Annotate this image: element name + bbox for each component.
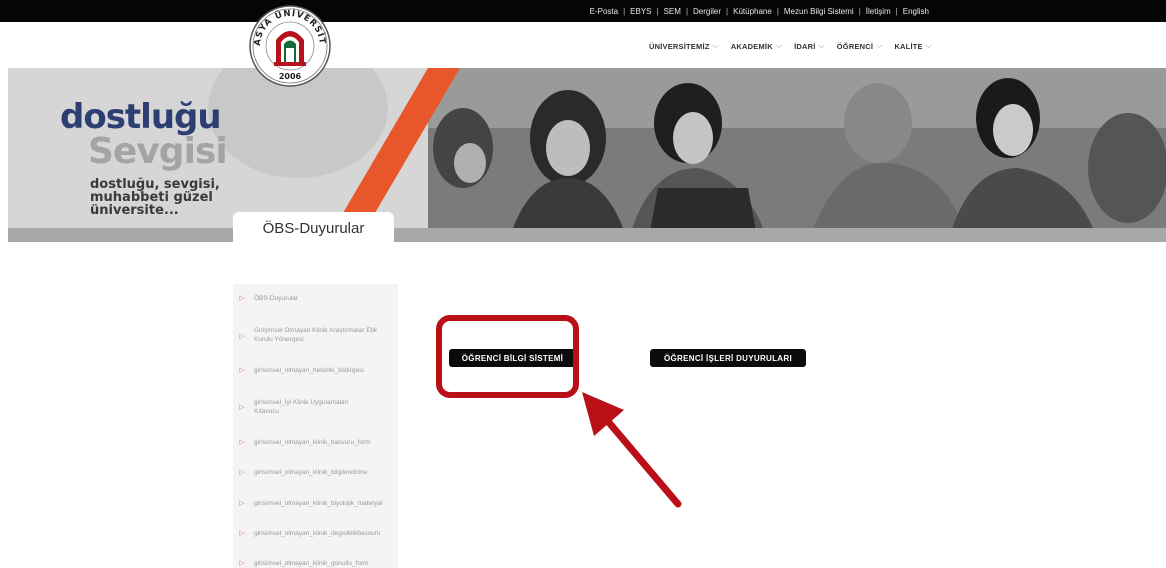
chevron-down-icon: ⌵	[818, 41, 825, 50]
nav-label: İDARİ	[794, 41, 816, 51]
banner-slogan-line1: dostluğu	[60, 97, 222, 137]
sidebar-item-label: girisimsel_olmayan_helsinki_bildirgesi	[254, 367, 364, 374]
sidebar-item-label: Girişimsel Olmayan Klinik Araştırmalar E…	[254, 327, 378, 343]
separator: |	[623, 6, 626, 16]
arrow-right-icon: ▷	[239, 438, 245, 446]
sidebar-item-helsinki-bildirgesi[interactable]: ▷ girisimsel_olmayan_helsinki_bildirgesi	[233, 366, 398, 375]
topbar-link-sem[interactable]: SEM	[664, 7, 681, 16]
arrow-right-icon: ▷	[239, 366, 245, 374]
university-logo[interactable]: AMASYA ÜNİVERSİTESİ 2006	[239, 0, 336, 88]
sidebar-item-label: girisimsel_olmayan_klinik_biyolojik_mate…	[254, 500, 383, 507]
ogrenci-isleri-duyurulari-button[interactable]: ÖĞRENCİ İŞLERİ DUYURULARI	[650, 349, 806, 367]
nav-label: ÜNİVERSİTEMİZ	[649, 41, 710, 51]
arrow-right-icon: ▷	[239, 332, 245, 340]
sidebar-item-obs-duyurular[interactable]: ▷ ÖBS-Duyurular	[233, 294, 398, 303]
topbar-link-dergiler[interactable]: Dergiler	[693, 7, 721, 16]
top-utility-links: E-Posta | EBYS | SEM | Dergiler | Kütüphane |…	[590, 0, 929, 22]
topbar-link-kutuphane[interactable]: Kütüphane	[733, 7, 772, 16]
nav-item-idari[interactable]: İDARİ ⌵	[794, 41, 825, 51]
button-label: ÖĞRENCİ BİLGİ SİSTEMİ	[461, 353, 564, 363]
nav-item-kalite[interactable]: KALİTE ⌵	[894, 41, 932, 51]
logo-year: 2006	[279, 72, 302, 81]
nav-item-akademik[interactable]: AKADEMİK ⌵	[731, 41, 782, 51]
nav-item-ogrenci[interactable]: ÖĞRENCİ ⌵	[837, 41, 883, 51]
arrow-right-icon: ▷	[239, 468, 245, 476]
sidebar-item-klinik-basvuru-form[interactable]: ▷ girisimsel_olmayan_klinik_basvuru_form	[233, 438, 398, 447]
banner-slogan-line2: Sevgisi	[88, 131, 228, 172]
ogrenci-bilgi-sistemi-button[interactable]: ÖĞRENCİ BİLGİ SİSTEMİ	[449, 349, 576, 367]
arrow-right-icon: ▷	[239, 529, 245, 537]
sidebar-item-iyi-klinik-uygulamalari[interactable]: ▷ girisimsel_İyi Klinik Uygulamaları Kıl…	[233, 398, 398, 416]
button-label: ÖĞRENCİ İŞLERİ DUYURULARI	[664, 353, 792, 363]
sidebar-item-label: girisimsel_olmayan_klinik_basvuru_form	[254, 439, 371, 446]
sidebar-menu: ▷ ÖBS-Duyurular ▷ Girişimsel Olmayan Kli…	[233, 284, 398, 568]
annotation-arrow-icon	[582, 392, 682, 508]
topbar-link-iletisim[interactable]: İletişim	[866, 7, 891, 16]
nav-item-universitemiz[interactable]: ÜNİVERSİTEMİZ ⌵	[649, 41, 719, 51]
separator: |	[858, 6, 861, 16]
sidebar-item-klinik-degisiklik-basvuru[interactable]: ▷ girisimsel_olmayan_klinik_degisiklikba…	[233, 529, 398, 538]
nav-label: KALİTE	[894, 41, 923, 51]
page-title-tab: ÖBS-Duyurular	[233, 212, 394, 245]
topbar-link-eposta[interactable]: E-Posta	[590, 7, 618, 16]
chevron-down-icon: ⌵	[775, 41, 783, 50]
arrow-right-icon: ▷	[239, 294, 245, 302]
arrow-right-icon: ▷	[239, 499, 245, 507]
logo-seal-icon: AMASYA ÜNİVERSİTESİ 2006	[239, 0, 331, 87]
main-navigation: ÜNİVERSİTEMİZ ⌵ AKADEMİK ⌵ İDARİ ⌵ ÖĞRENCİ ⌵…	[649, 36, 932, 56]
nav-label: AKADEMİK	[730, 41, 773, 51]
page-title: ÖBS-Duyurular	[262, 220, 365, 237]
sidebar-item-label: girisimsel_İyi Klinik Uygulamaları Kılav…	[254, 399, 349, 415]
hero-banner: dostluğu Sevgisi dostluğu, sevgisi, muha…	[8, 68, 1166, 242]
separator: |	[776, 6, 779, 16]
separator: |	[895, 6, 898, 16]
chevron-down-icon: ⌵	[876, 41, 883, 50]
arrow-right-icon: ▷	[239, 403, 245, 411]
topbar-link-mezun[interactable]: Mezun Bilgi Sistemi	[784, 7, 854, 16]
separator: |	[656, 6, 659, 16]
separator: |	[726, 6, 729, 16]
top-utility-bar	[0, 0, 1166, 22]
chevron-down-icon: ⌵	[925, 41, 932, 50]
sidebar-item-etik-kurulu-yonergesi[interactable]: ▷ Girişimsel Olmayan Klinik Araştırmalar…	[233, 326, 398, 344]
chevron-down-icon: ⌵	[712, 41, 719, 50]
sidebar-item-label: girisimsel_olmayan_klinik_degisiklikbasv…	[254, 530, 381, 537]
topbar-link-ebys[interactable]: EBYS	[630, 7, 651, 16]
sidebar-item-klinik-bilgilendirme[interactable]: ▷ girisimsel_olmayan_klinik_bilgilendirm…	[233, 468, 398, 477]
sidebar-item-label: girisimsel_olmayan_klinik_gonullu_form	[254, 560, 369, 567]
sidebar-item-klinik-biyolojik-materyal[interactable]: ▷ girisimsel_olmayan_klinik_biyolojik_ma…	[233, 499, 398, 508]
sidebar-item-klinik-gonullu-form[interactable]: ▷ girisimsel_olmayan_klinik_gonullu_form	[233, 559, 398, 568]
separator: |	[685, 6, 689, 16]
sidebar-item-label: girisimsel_olmayan_klinik_bilgilendirme	[254, 469, 368, 476]
arrow-right-icon: ▷	[239, 559, 245, 567]
topbar-link-english[interactable]: English	[903, 7, 929, 16]
nav-label: ÖĞRENCİ	[836, 41, 874, 51]
sidebar-item-label: ÖBS-Duyurular	[254, 295, 299, 302]
